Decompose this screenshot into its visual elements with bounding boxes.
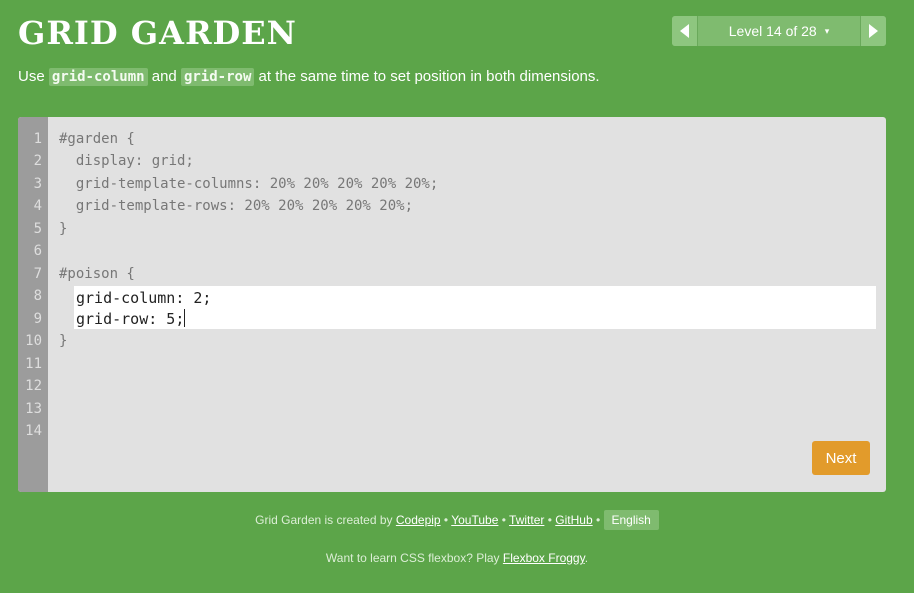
- codepip-link[interactable]: Codepip: [396, 513, 441, 527]
- code-grid-column: grid-column: [48, 68, 148, 86]
- footer-text: Want to learn CSS flexbox? Play: [325, 551, 503, 565]
- line-number: 3: [33, 176, 42, 192]
- line-number: 11: [25, 356, 42, 372]
- next-button[interactable]: Next: [812, 441, 870, 475]
- level-navigation: Level 14 of 28 ▾: [672, 16, 886, 46]
- line-number: 12: [25, 378, 42, 394]
- next-level-button[interactable]: [860, 16, 886, 46]
- arrow-left-icon: [680, 24, 689, 38]
- instructions: Use grid-column and grid-row at the same…: [18, 68, 600, 86]
- footer-text: Grid Garden is created by: [255, 513, 396, 527]
- separator: •: [440, 513, 452, 527]
- previous-level-button[interactable]: [672, 16, 698, 46]
- text-cursor: [184, 309, 186, 327]
- line-number: 9: [33, 311, 42, 327]
- code-grid-row: grid-row: [180, 68, 255, 86]
- line-number: 2: [33, 153, 42, 169]
- instructions-text: Use: [18, 68, 49, 85]
- line-number: 14: [25, 423, 42, 439]
- input-line[interactable]: grid-row: 5;: [76, 309, 186, 328]
- footer-text: .: [584, 551, 589, 565]
- github-link[interactable]: GitHub: [555, 513, 592, 527]
- code-line: #garden {: [59, 131, 135, 147]
- youtube-link[interactable]: YouTube: [451, 513, 498, 527]
- flexbox-froggy-link[interactable]: Flexbox Froggy: [503, 551, 585, 565]
- level-selector[interactable]: Level 14 of 28 ▾: [698, 16, 860, 46]
- code-line: grid-template-columns: 20% 20% 20% 20% 2…: [59, 176, 439, 192]
- line-number: 13: [25, 401, 42, 417]
- separator: •: [544, 513, 556, 527]
- css-editor: 1 2 3 4 5 6 7 8 9 10 11 12 13 14 #garden…: [18, 117, 886, 492]
- arrow-right-icon: [869, 24, 878, 38]
- code-line-closing: }: [59, 333, 68, 349]
- twitter-link[interactable]: Twitter: [509, 513, 544, 527]
- footer-flexbox: Want to learn CSS flexbox? Play Flexbox …: [0, 551, 914, 565]
- footer-credits: Grid Garden is created by Codepip • YouT…: [0, 510, 914, 530]
- instructions-text: and: [147, 68, 181, 85]
- instructions-text: at the same time to set position in both…: [254, 68, 600, 85]
- code-line: #poison {: [59, 266, 135, 282]
- separator: •: [498, 513, 510, 527]
- line-number: 7: [33, 266, 42, 282]
- line-number: 4: [33, 198, 42, 214]
- line-number: 5: [33, 221, 42, 237]
- input-line[interactable]: grid-column: 2;: [76, 289, 211, 307]
- caret-down-icon: ▾: [824, 25, 830, 36]
- line-number: 10: [25, 333, 42, 349]
- code-line: grid-template-rows: 20% 20% 20% 20% 20%;: [59, 198, 414, 214]
- line-number: 8: [33, 288, 42, 304]
- page-title: GRID GARDEN: [18, 14, 297, 52]
- code-line: display: grid;: [59, 153, 194, 169]
- input-line-text[interactable]: grid-row: 5;: [76, 310, 184, 328]
- line-number-gutter: 1 2 3 4 5 6 7 8 9 10 11 12 13 14: [18, 117, 48, 492]
- code-line: }: [59, 221, 68, 237]
- separator: •: [592, 513, 604, 527]
- language-button[interactable]: English: [603, 510, 659, 530]
- line-number: 6: [33, 243, 42, 259]
- line-number: 1: [33, 131, 42, 147]
- css-input-area[interactable]: grid-column: 2; grid-row: 5;: [74, 286, 876, 329]
- level-indicator: Level 14 of 28: [728, 23, 817, 39]
